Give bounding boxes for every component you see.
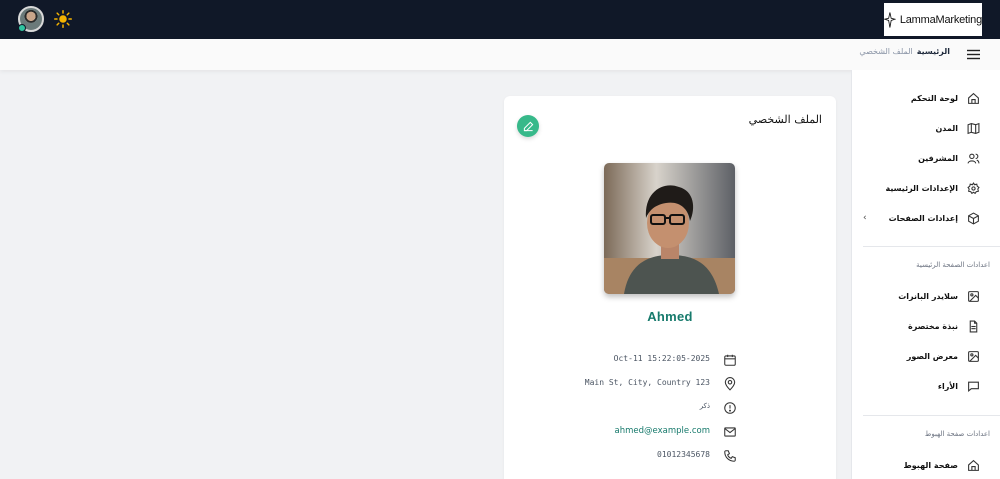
sidebar-item-label: المدن [935,123,958,133]
location-pin-icon [724,377,736,391]
settings-icon [967,181,980,194]
info-row-phone: 01012345678 [504,447,836,465]
sidebar-item-label: معرض الصور [906,351,958,361]
document-icon [969,320,978,332]
image-icon [968,290,979,302]
users-icon [967,153,980,164]
sidebar-item-supervisors[interactable]: المشرفين [851,146,1000,170]
sun-icon[interactable] [54,10,72,28]
sidebar: لوحة التحكم المدن المشرفين الإعدادات الر… [851,70,1000,479]
info-row-email: ahmed@example.com [504,423,836,441]
sidebar-item-dashboard[interactable]: لوحة التحكم [851,86,1000,110]
sidebar-item-about[interactable]: نبذة مختصرة [851,314,1000,338]
profile-name: Ahmed [647,309,693,324]
home-icon [968,92,979,104]
sidebar-item-label: الأراء [937,381,958,391]
breadcrumb-home[interactable]: الرئيسية [917,47,950,56]
pencil-icon [523,121,533,131]
breadcrumb-current-page: الملف الشخصي [859,47,913,56]
sidebar-item-label: صفحة الهبوط [903,460,958,470]
chevron-left-icon[interactable]: › [863,213,867,223]
gallery-icon [968,350,979,362]
sidebar-item-label: سلايدر البانرات [898,291,958,301]
online-status-dot [18,24,26,32]
logo-star-icon [884,11,896,28]
sidebar-item-landing-page[interactable]: صفحة الهبوط [851,453,1000,477]
sidebar-item-label: الإعدادات الرئيسية [885,183,958,193]
logo-text: LammaMarketing [899,13,982,26]
sidebar-item-main-settings[interactable]: الإعدادات الرئيسية [851,176,1000,200]
profile-card: الملف الشخصي Ahmed Oct-11 15:22:05-2025 [504,96,836,479]
home-icon [968,459,979,471]
phone-icon [724,450,736,462]
edit-profile-button[interactable] [517,115,539,137]
mail-icon [724,427,736,437]
sidebar-item-label: إعدادات الصفحات [888,213,958,223]
breadcrumb: الرئيسية الملف الشخصي [859,47,950,56]
info-row-gender: ذكر [504,399,836,417]
card-title: الملف الشخصي [748,113,822,126]
gender: ذكر [699,402,710,410]
sidebar-divider [863,246,1000,247]
sidebar-item-label: نبذة مختصرة [908,321,958,331]
sidebar-section-title: اعدادات صفحة الهبوط [924,430,990,438]
phone-number: 01012345678 [657,450,710,459]
sidebar-item-gallery[interactable]: معرض الصور [851,344,1000,368]
sidebar-item-label: لوحة التحكم [910,93,958,103]
sidebar-item-cities[interactable]: المدن [851,116,1000,140]
address: Main St, City, Country 123 [584,378,710,387]
cube-icon [968,211,979,225]
top-navbar: LammaMarketing [0,0,1000,39]
info-circle-icon [724,402,736,414]
sidebar-item-testimonials[interactable]: الأراء [851,374,1000,398]
sidebar-section-title: اعدادات الصفحة الرئيسية [916,261,990,269]
hamburger-menu-icon[interactable] [967,49,980,60]
sidebar-item-label: المشرفين [918,153,958,163]
sidebar-item-page-settings[interactable]: إعدادات الصفحات › [851,206,1000,230]
info-row-date: Oct-11 15:22:05-2025 [504,351,836,369]
brand-logo[interactable]: LammaMarketing [884,3,982,36]
user-avatar[interactable] [18,6,44,32]
created-date: Oct-11 15:22:05-2025 [613,354,710,363]
profile-photo [604,163,735,294]
sidebar-divider [863,415,1000,416]
map-icon [967,122,980,134]
info-row-address: Main St, City, Country 123 [504,375,836,393]
chat-icon [968,381,979,392]
email-link[interactable]: ahmed@example.com [615,426,710,436]
sidebar-item-banner-slider[interactable]: سلايدر البانرات [851,284,1000,308]
calendar-icon [724,354,736,366]
breadcrumb-bar: الرئيسية الملف الشخصي [0,39,1000,70]
